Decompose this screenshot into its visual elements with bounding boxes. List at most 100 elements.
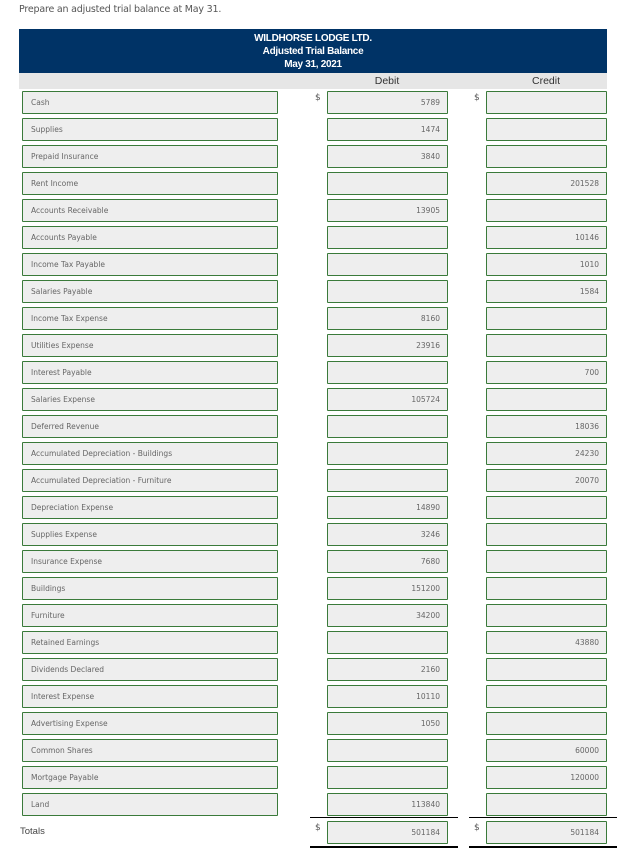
credit-amount-input[interactable]: 1584 xyxy=(486,280,607,303)
debit-amount-input[interactable] xyxy=(327,739,448,762)
credit-amount-input[interactable] xyxy=(486,496,607,519)
credit-amount-input[interactable]: 201528 xyxy=(486,172,607,195)
credit-amount-input[interactable] xyxy=(486,550,607,573)
debit-amount-input[interactable] xyxy=(327,766,448,789)
debit-amount-input[interactable] xyxy=(327,280,448,303)
table-row: Interest Expense 10110 xyxy=(0,685,617,708)
credit-amount-input[interactable]: 10146 xyxy=(486,226,607,249)
table-row: Furniture 34200 xyxy=(0,604,617,627)
table-row: Mortgage Payable 120000 xyxy=(0,766,617,789)
debit-total-input[interactable]: 501184 xyxy=(327,821,448,844)
credit-amount-input[interactable]: 1010 xyxy=(486,253,607,276)
debit-amount-input[interactable]: 3840 xyxy=(327,145,448,168)
account-name-input[interactable]: Supplies Expense xyxy=(22,523,278,546)
debit-amount-input[interactable] xyxy=(327,415,448,438)
debit-amount-input[interactable]: 105724 xyxy=(327,388,448,411)
table-row: Accumulated Depreciation - Buildings 2423… xyxy=(0,442,617,465)
credit-amount-input[interactable] xyxy=(486,604,607,627)
credit-amount-input[interactable] xyxy=(486,577,607,600)
table-row: Supplies Expense 3246 xyxy=(0,523,617,546)
credit-amount-input[interactable]: 43880 xyxy=(486,631,607,654)
account-name-input[interactable]: Interest Payable xyxy=(22,361,278,384)
debit-amount-input[interactable]: 151200 xyxy=(327,577,448,600)
account-name-input[interactable]: Prepaid Insurance xyxy=(22,145,278,168)
account-name-input[interactable]: Furniture xyxy=(22,604,278,627)
credit-amount-input[interactable]: 60000 xyxy=(486,739,607,762)
instruction-text: Prepare an adjusted trial balance at May… xyxy=(19,4,222,15)
account-name-input[interactable]: Salaries Expense xyxy=(22,388,278,411)
debit-amount-input[interactable]: 3246 xyxy=(327,523,448,546)
debit-amount-input[interactable]: 23916 xyxy=(327,334,448,357)
debit-amount-input[interactable]: 13905 xyxy=(327,199,448,222)
account-name-input[interactable]: Insurance Expense xyxy=(22,550,278,573)
credit-amount-input[interactable] xyxy=(486,91,607,114)
account-name-input[interactable]: Income Tax Expense xyxy=(22,307,278,330)
debit-amount-input[interactable]: 10110 xyxy=(327,685,448,708)
credit-currency-symbol: $ xyxy=(474,93,480,103)
table-row: Insurance Expense 7680 xyxy=(0,550,617,573)
debit-amount-input[interactable] xyxy=(327,172,448,195)
debit-amount-input[interactable]: 7680 xyxy=(327,550,448,573)
debit-amount-input[interactable]: 34200 xyxy=(327,604,448,627)
credit-amount-input[interactable]: 700 xyxy=(486,361,607,384)
debit-amount-input[interactable] xyxy=(327,631,448,654)
credit-amount-input[interactable] xyxy=(486,145,607,168)
credit-amount-input[interactable] xyxy=(486,118,607,141)
credit-amount-input[interactable] xyxy=(486,523,607,546)
account-name-input[interactable]: Depreciation Expense xyxy=(22,496,278,519)
debit-amount-input[interactable]: 5789 xyxy=(327,91,448,114)
account-name-input[interactable]: Retained Earnings xyxy=(22,631,278,654)
debit-amount-input[interactable]: 8160 xyxy=(327,307,448,330)
account-name-input[interactable]: Salaries Payable xyxy=(22,280,278,303)
account-name-input[interactable]: Accumulated Depreciation - Buildings xyxy=(22,442,278,465)
debit-total-top-rule xyxy=(310,817,458,818)
debit-amount-input[interactable] xyxy=(327,361,448,384)
account-name-input[interactable]: Common Shares xyxy=(22,739,278,762)
credit-amount-input[interactable] xyxy=(486,793,607,816)
account-name-input[interactable]: Dividends Declared xyxy=(22,658,278,681)
credit-amount-input[interactable]: 20070 xyxy=(486,469,607,492)
credit-amount-input[interactable]: 24230 xyxy=(486,442,607,465)
account-name-input[interactable]: Cash xyxy=(22,91,278,114)
account-name-input[interactable]: Advertising Expense xyxy=(22,712,278,735)
account-name-input[interactable]: Rent Income xyxy=(22,172,278,195)
debit-amount-input[interactable]: 113840 xyxy=(327,793,448,816)
credit-amount-input[interactable] xyxy=(486,307,607,330)
credit-amount-input[interactable] xyxy=(486,658,607,681)
account-name-input[interactable]: Accumulated Depreciation - Furniture xyxy=(22,469,278,492)
account-name-input[interactable]: Accounts Payable xyxy=(22,226,278,249)
account-name-input[interactable]: Supplies xyxy=(22,118,278,141)
debit-currency-symbol: $ xyxy=(315,93,321,103)
debit-amount-input[interactable]: 2160 xyxy=(327,658,448,681)
credit-amount-input[interactable]: 18036 xyxy=(486,415,607,438)
statement-title: Adjusted Trial Balance xyxy=(262,46,364,57)
account-name-input[interactable]: Deferred Revenue xyxy=(22,415,278,438)
table-row: Interest Payable 700 xyxy=(0,361,617,384)
credit-amount-input[interactable] xyxy=(486,334,607,357)
debit-amount-input[interactable]: 14890 xyxy=(327,496,448,519)
debit-amount-input[interactable] xyxy=(327,226,448,249)
account-name-input[interactable]: Accounts Receivable xyxy=(22,199,278,222)
table-row: Accounts Receivable 13905 xyxy=(0,199,617,222)
account-name-input[interactable]: Land xyxy=(22,793,278,816)
credit-amount-input[interactable] xyxy=(486,685,607,708)
credit-total-double-rule xyxy=(469,846,617,848)
account-name-input[interactable]: Buildings xyxy=(22,577,278,600)
account-name-input[interactable]: Interest Expense xyxy=(22,685,278,708)
table-row: Salaries Payable 1584 xyxy=(0,280,617,303)
debit-amount-input[interactable] xyxy=(327,469,448,492)
debit-amount-input[interactable] xyxy=(327,442,448,465)
company-name: WILDHORSE LODGE LTD. xyxy=(254,33,372,44)
debit-amount-input[interactable] xyxy=(327,253,448,276)
debit-amount-input[interactable]: 1474 xyxy=(327,118,448,141)
table-row: Rent Income 201528 xyxy=(0,172,617,195)
credit-amount-input[interactable] xyxy=(486,199,607,222)
credit-amount-input[interactable] xyxy=(486,712,607,735)
account-name-input[interactable]: Income Tax Payable xyxy=(22,253,278,276)
account-name-input[interactable]: Mortgage Payable xyxy=(22,766,278,789)
account-name-input[interactable]: Utilities Expense xyxy=(22,334,278,357)
credit-total-input[interactable]: 501184 xyxy=(486,821,607,844)
credit-amount-input[interactable] xyxy=(486,388,607,411)
debit-amount-input[interactable]: 1050 xyxy=(327,712,448,735)
credit-amount-input[interactable]: 120000 xyxy=(486,766,607,789)
